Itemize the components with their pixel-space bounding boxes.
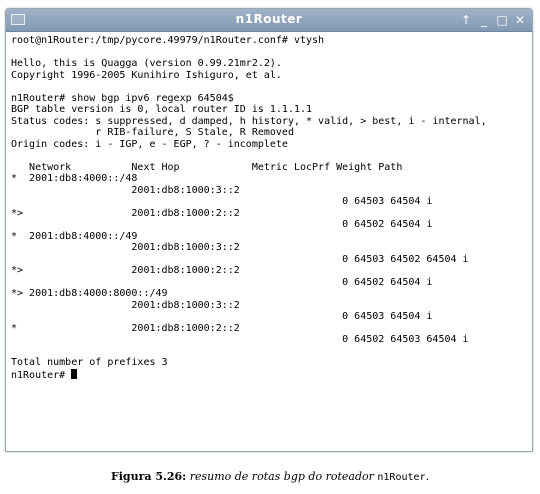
terminal-line: * 2001:db8:1000:2::2 <box>11 322 240 334</box>
terminal-line: *> 2001:db8:4000:8000::/49 <box>11 288 168 299</box>
terminal-line: 2001:db8:1000:3::2 <box>11 242 240 253</box>
terminal-line: 0 64503 64502 64504 i <box>11 253 469 265</box>
terminal-line: 0 64503 64504 i <box>11 196 433 207</box>
close-icon[interactable]: ✕ <box>514 11 526 29</box>
terminal-line: 2001:db8:1000:3::2 <box>11 184 240 196</box>
caption-end: . <box>425 470 430 483</box>
title-bar[interactable]: n1Router ↑ _ □ ✕ <box>6 9 532 32</box>
shade-up-icon[interactable]: ↑ <box>460 11 472 29</box>
terminal-line: Network Next Hop Metric LocPrf Weight Pa… <box>11 161 403 173</box>
terminal-line: Hello, this is Quagga (version 0.99.21mr… <box>11 58 282 69</box>
terminal-line: * 2001:db8:4000::/49 <box>11 230 138 242</box>
minimize-icon[interactable]: _ <box>478 11 490 29</box>
caption-label: Figura 5.26: <box>110 470 187 483</box>
terminal-line: r RIB-failure, S Stale, R Removed <box>11 127 294 138</box>
terminal-line: 0 64502 64504 i <box>11 219 433 230</box>
prompt-line: n1Router# <box>11 368 528 381</box>
terminal-line: 0 64502 64504 i <box>11 276 433 288</box>
terminal-line: n1Router# show bgp ipv6 regexp 64504$ <box>11 92 234 104</box>
terminal-line: 2001:db8:1000:3::2 <box>11 299 240 311</box>
window-title: n1Router <box>235 12 303 26</box>
terminal-line: 0 64503 64504 i <box>11 311 433 322</box>
terminal-line: BGP table version is 0, local router ID … <box>11 104 313 115</box>
cursor <box>71 368 78 379</box>
terminal-line: root@n1Router:/tmp/pycore.49979/n1Router… <box>11 35 325 46</box>
terminal-output[interactable]: root@n1Router:/tmp/pycore.49979/n1Router… <box>11 35 528 447</box>
caption-text: resumo de rotas bgp do roteador <box>186 470 378 483</box>
terminal-line: 0 64502 64503 64504 i <box>11 334 469 345</box>
terminal-window: n1Router ↑ _ □ ✕ root@n1Router:/tmp/pyco… <box>5 8 533 452</box>
terminal-line: Total number of prefixes 3 <box>11 357 168 368</box>
maximize-icon[interactable]: □ <box>496 11 508 29</box>
prompt-text: n1Router# <box>11 369 72 381</box>
terminal-line: Origin codes: i - IGP, e - EGP, ? - inco… <box>11 138 288 150</box>
terminal-line: Status codes: s suppressed, d damped, h … <box>11 115 487 127</box>
terminal-line: Copyright 1996-2005 Kunihiro Ishiguro, e… <box>11 69 282 81</box>
terminal-line: *> 2001:db8:1000:2::2 <box>11 265 240 276</box>
window-controls: ↑ _ □ ✕ <box>460 11 526 29</box>
terminal-line: *> 2001:db8:1000:2::2 <box>11 207 240 219</box>
caption-code: n1Router <box>377 472 426 483</box>
figure-caption: Figura 5.26: resumo de rotas bgp do rote… <box>0 470 540 483</box>
terminal-line: * 2001:db8:4000::/48 <box>11 173 138 184</box>
